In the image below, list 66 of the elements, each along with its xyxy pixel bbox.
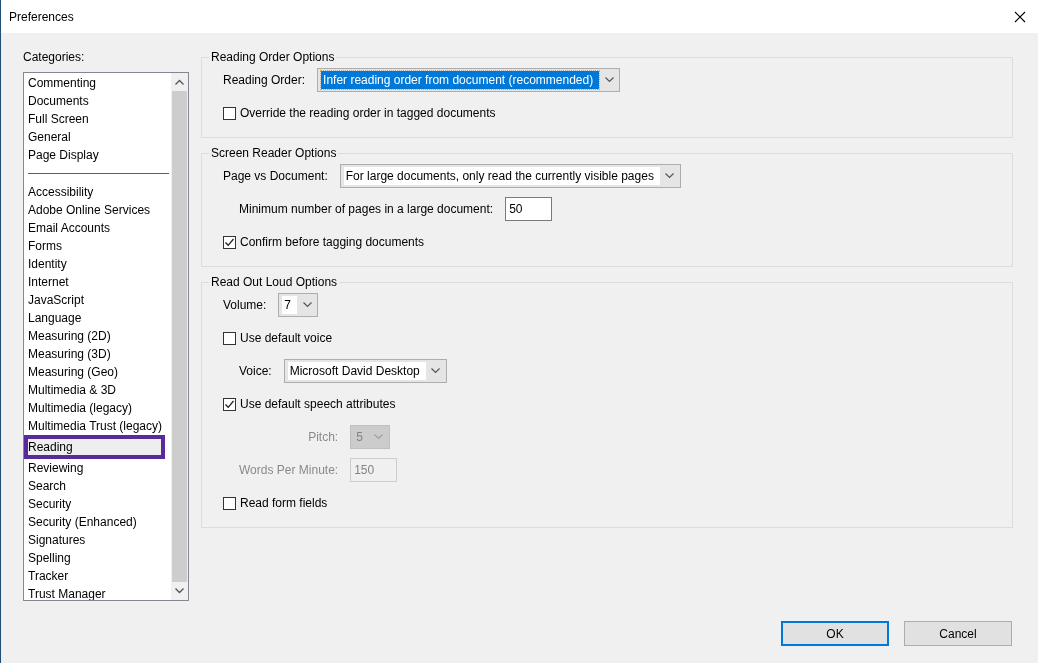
- dropdown[interactable]: Infer reading order from document (recommended): [317, 68, 621, 92]
- scrollbar[interactable]: [171, 73, 188, 600]
- field-label: Pitch:: [308, 430, 339, 444]
- category-item[interactable]: Documents: [28, 92, 171, 110]
- category-item[interactable]: Multimedia (legacy): [28, 399, 171, 417]
- category-item[interactable]: Measuring (3D): [28, 345, 171, 363]
- list-label: Categories:: [23, 50, 86, 65]
- field-label: Words Per Minute:: [239, 463, 339, 477]
- category-item[interactable]: Commenting: [28, 74, 171, 92]
- category-item[interactable]: Identity: [28, 255, 171, 273]
- chevron-up-icon[interactable]: [175, 79, 184, 85]
- category-item[interactable]: Email Accounts: [28, 219, 171, 237]
- category-item[interactable]: Search: [28, 477, 171, 495]
- category-item[interactable]: Measuring (2D): [28, 327, 171, 345]
- category-item[interactable]: Spelling: [28, 549, 171, 567]
- category-item[interactable]: Measuring (Geo): [28, 363, 171, 381]
- dropdown[interactable]: For large documents, only read the currently visible pages: [339, 164, 681, 188]
- category-item[interactable]: Reviewing: [28, 459, 171, 477]
- window-title: Preferences: [9, 9, 74, 24]
- dialog-button[interactable]: OK: [781, 621, 889, 646]
- checkbox[interactable]: [223, 235, 236, 249]
- number-field[interactable]: 50: [505, 197, 553, 221]
- category-item[interactable]: Internet: [28, 273, 171, 291]
- checkbox-label: Read form fields: [240, 496, 328, 510]
- dropdown[interactable]: 7: [278, 293, 319, 317]
- field-label: Reading Order:: [223, 73, 306, 87]
- category-item[interactable]: General: [28, 128, 171, 146]
- chevron-icon: [302, 302, 312, 308]
- checkbox-label: Use default speech attributes: [240, 397, 396, 411]
- chevron-icon: [431, 368, 441, 374]
- close-icon[interactable]: [1014, 10, 1026, 23]
- checkbox[interactable]: [223, 496, 236, 510]
- chevron-icon: [604, 77, 614, 83]
- group-title: Screen Reader Options: [210, 146, 338, 160]
- category-item[interactable]: Forms: [28, 237, 171, 255]
- dropdown[interactable]: Microsoft David Desktop: [283, 359, 447, 383]
- group-title: Reading Order Options: [210, 50, 336, 64]
- chevron-down-icon[interactable]: [175, 588, 184, 594]
- chevron-icon: [665, 173, 675, 179]
- category-item[interactable]: Tracker: [28, 567, 171, 585]
- category-item[interactable]: Page Display: [28, 146, 171, 164]
- field-label: Page vs Document:: [223, 169, 328, 183]
- field-label: Voice:: [239, 364, 272, 378]
- checkbox[interactable]: [223, 331, 236, 345]
- chevron-icon: [374, 434, 384, 440]
- category-item[interactable]: Reading: [24, 435, 165, 459]
- group-title: Read Out Loud Options: [210, 275, 339, 289]
- category-item[interactable]: Adobe Online Services: [28, 201, 171, 219]
- category-item[interactable]: Multimedia Trust (legacy): [28, 417, 171, 435]
- category-item[interactable]: Trust Manager: [28, 585, 171, 600]
- category-item[interactable]: Security: [28, 495, 171, 513]
- checkbox[interactable]: [223, 397, 236, 411]
- category-item[interactable]: Full Screen: [28, 110, 171, 128]
- field-label: Minimum number of pages in a large document:: [239, 202, 494, 216]
- checkbox[interactable]: [223, 106, 236, 120]
- category-item[interactable]: Security (Enhanced): [28, 513, 171, 531]
- checkbox-label: Use default voice: [240, 331, 333, 345]
- category-item[interactable]: Language: [28, 309, 171, 327]
- checkbox-label: Confirm before tagging documents: [240, 235, 425, 249]
- category-item[interactable]: Signatures: [28, 531, 171, 549]
- category-item[interactable]: Multimedia & 3D: [28, 381, 171, 399]
- category-item[interactable]: JavaScript: [28, 291, 171, 309]
- checkbox-label: Override the reading order in tagged documents: [240, 106, 496, 120]
- field-label: Volume:: [223, 298, 267, 312]
- dialog-button[interactable]: Cancel: [904, 621, 1012, 646]
- category-item[interactable]: Accessibility: [28, 183, 171, 201]
